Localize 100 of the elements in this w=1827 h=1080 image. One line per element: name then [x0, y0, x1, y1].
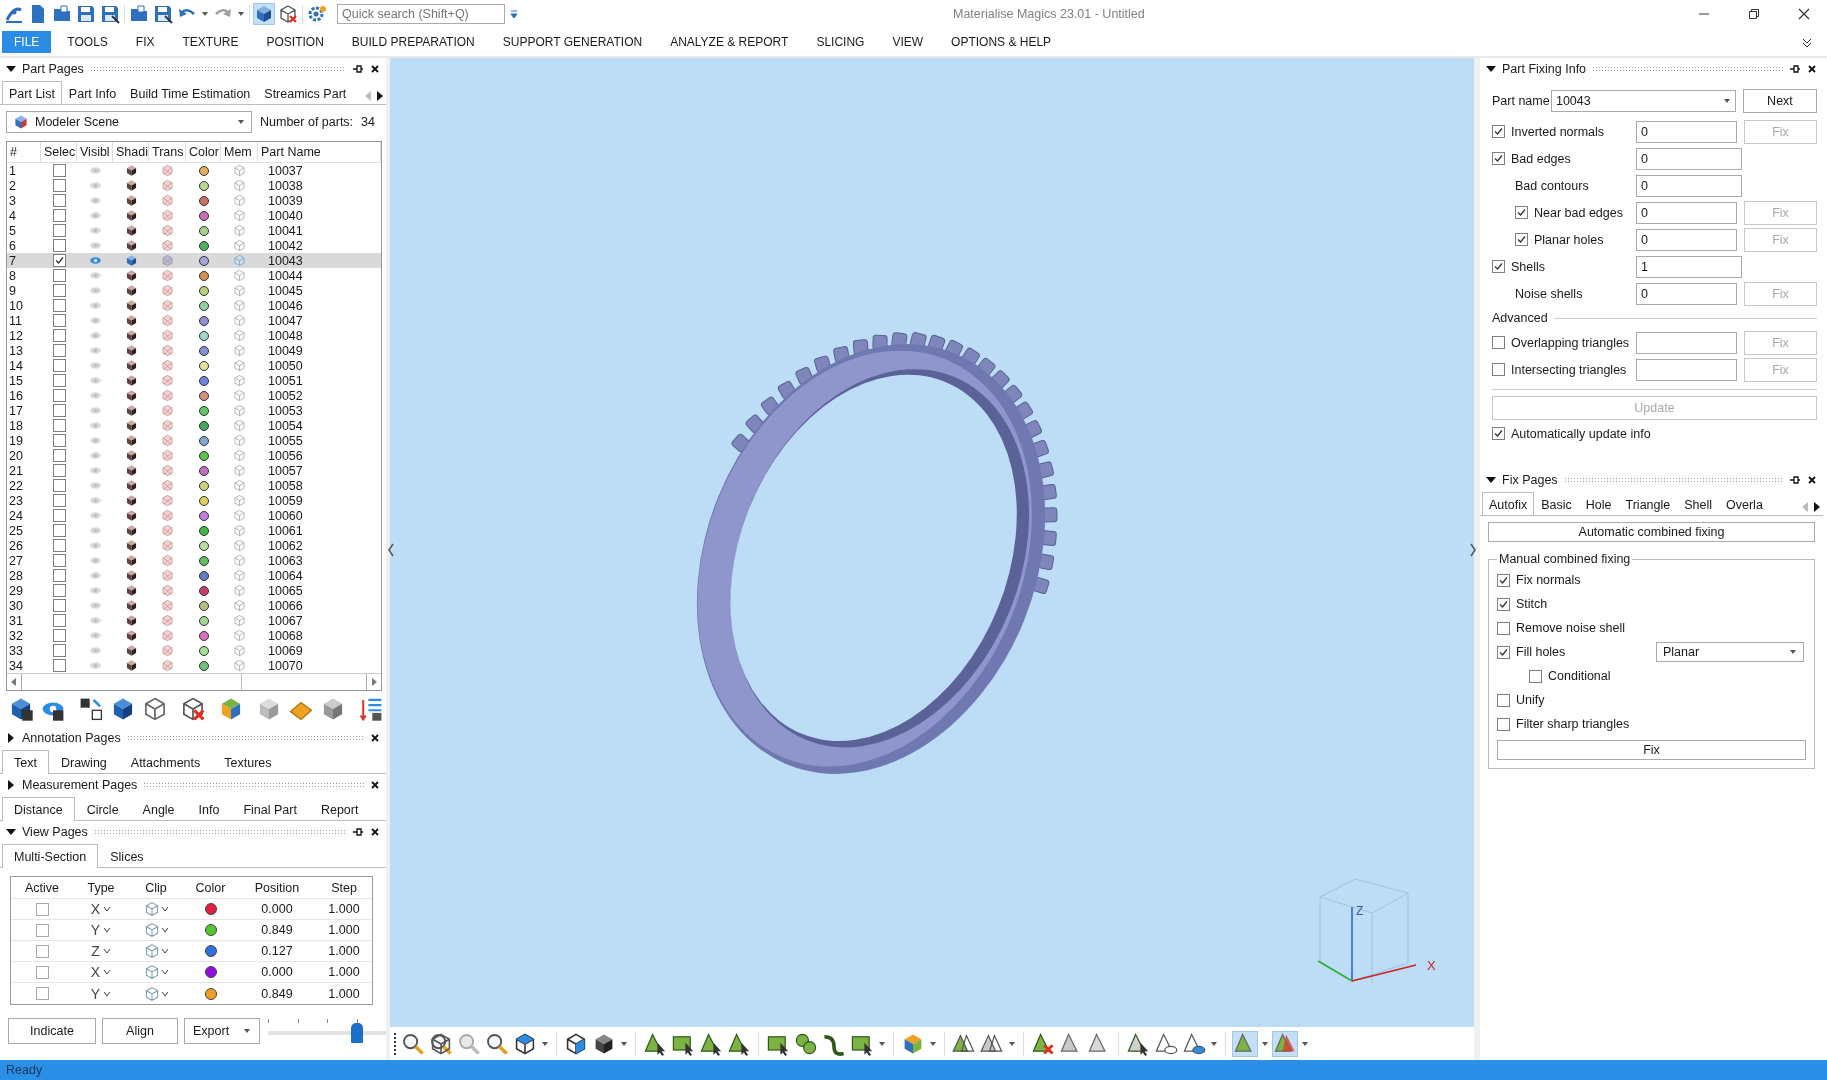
- menu-item[interactable]: VIEW: [880, 31, 936, 53]
- part-row[interactable]: 28 10064: [7, 568, 381, 584]
- automatic-fixing-button[interactable]: Automatic combined fixing: [1488, 522, 1815, 542]
- column-header: Shadi: [113, 142, 149, 163]
- menu-item[interactable]: OPTIONS & HELP: [939, 31, 1064, 53]
- part-row[interactable]: 27 10063: [7, 553, 381, 569]
- part-row[interactable]: 1 10037: [7, 163, 381, 179]
- part-row[interactable]: 14 10050: [7, 358, 381, 374]
- row-number: 13: [8, 343, 24, 358]
- row-number: 27: [8, 553, 24, 568]
- tab[interactable]: Circle: [74, 799, 131, 820]
- part-row[interactable]: 22 10058: [7, 478, 381, 494]
- type-dropdown[interactable]: Y: [90, 922, 112, 938]
- part-name: 10046: [267, 298, 304, 313]
- part-name: 10057: [267, 463, 304, 478]
- part-row[interactable]: 30 10066: [7, 598, 381, 614]
- part-row[interactable]: 21 10057: [7, 463, 381, 479]
- part-name: 10065: [267, 583, 304, 598]
- tab[interactable]: Info: [186, 799, 232, 820]
- part-row[interactable]: 17 10053: [7, 403, 381, 419]
- part-row[interactable]: 15 10051: [7, 373, 381, 389]
- part-row[interactable]: 4 10040: [7, 208, 381, 224]
- fix-button[interactable]: Fix: [1497, 740, 1806, 760]
- part-row[interactable]: 34 10070: [7, 658, 381, 674]
- part-row[interactable]: 24 10060: [7, 508, 381, 524]
- part-row[interactable]: 3 10039: [7, 193, 381, 209]
- tab[interactable]: Hole: [1578, 494, 1619, 515]
- scene-dropdown[interactable]: Modeler Scene: [6, 111, 252, 133]
- tab[interactable]: Angle: [130, 799, 187, 820]
- part-name: 10053: [267, 403, 304, 418]
- part-row[interactable]: 32 10068: [7, 628, 381, 644]
- part-row[interactable]: 23 10059: [7, 493, 381, 509]
- checkbox-label: Unify: [1516, 693, 1545, 707]
- part-name-dropdown[interactable]: 10043: [1550, 90, 1736, 112]
- menu-item[interactable]: ANALYZE & REPORT: [658, 31, 801, 53]
- next-button[interactable]: Next: [1742, 89, 1817, 113]
- tab[interactable]: Shell: [1677, 494, 1719, 515]
- part-row[interactable]: 6 10042: [7, 238, 381, 254]
- part-row[interactable]: 5 10041: [7, 223, 381, 239]
- tab[interactable]: Text: [2, 750, 49, 774]
- part-row[interactable]: 20 10056: [7, 448, 381, 464]
- tab[interactable]: Final Part: [231, 799, 309, 820]
- type-dropdown[interactable]: X: [90, 964, 112, 980]
- menu-item[interactable]: TEXTURE: [170, 31, 251, 53]
- value-field[interactable]: 0: [1636, 201, 1737, 224]
- menu-item[interactable]: POSITION: [254, 31, 336, 53]
- part-row[interactable]: 11 10047: [7, 313, 381, 329]
- tab[interactable]: Basic: [1534, 494, 1579, 515]
- part-row[interactable]: 26 10062: [7, 538, 381, 554]
- type-dropdown[interactable]: X: [90, 901, 112, 917]
- type-dropdown[interactable]: Z: [91, 943, 111, 959]
- part-row[interactable]: 7 10043: [7, 253, 381, 269]
- tab[interactable]: Streamics Part: [257, 83, 354, 104]
- tab[interactable]: Part Info: [61, 83, 124, 104]
- part-row[interactable]: 18 10054: [7, 418, 381, 434]
- type-dropdown[interactable]: Y: [90, 985, 112, 1002]
- value-field[interactable]: 1: [1636, 255, 1742, 278]
- part-row[interactable]: 31 10067: [7, 613, 381, 629]
- value-field[interactable]: 0: [1636, 228, 1737, 251]
- value-field[interactable]: 0: [1636, 282, 1737, 305]
- tab[interactable]: Textures: [212, 752, 284, 773]
- tab[interactable]: Multi-Section: [2, 844, 99, 868]
- tab[interactable]: Build Time Estimation: [123, 83, 258, 104]
- tab[interactable]: Slices: [98, 846, 156, 867]
- value-field[interactable]: 0: [1636, 174, 1742, 197]
- part-row[interactable]: 25 10061: [7, 523, 381, 539]
- value-field[interactable]: 0: [1636, 120, 1737, 143]
- table-cell: 1.000: [328, 923, 360, 937]
- button[interactable]: Indicate: [8, 1018, 96, 1044]
- menu-item[interactable]: TOOLS: [55, 31, 120, 53]
- button[interactable]: Align: [102, 1018, 178, 1044]
- tab[interactable]: Autofix: [1482, 492, 1535, 515]
- part-row[interactable]: 33 10069: [7, 643, 381, 659]
- part-row[interactable]: 8 10044: [7, 268, 381, 284]
- method-dropdown[interactable]: Planar: [1656, 642, 1804, 662]
- menu-item[interactable]: FIX: [123, 31, 167, 53]
- tab[interactable]: Distance: [2, 797, 75, 821]
- part-row[interactable]: 13 10049: [7, 343, 381, 359]
- menu-item[interactable]: FILE: [2, 31, 52, 53]
- menu-item[interactable]: SUPPORT GENERATION: [490, 31, 655, 53]
- tab[interactable]: Overla: [1719, 494, 1770, 515]
- tab[interactable]: Triangle: [1618, 494, 1678, 515]
- part-row[interactable]: 10 10046: [7, 298, 381, 314]
- part-name: 10042: [267, 238, 304, 253]
- tab[interactable]: Drawing: [48, 752, 119, 773]
- tab[interactable]: Attachments: [118, 752, 213, 773]
- part-row[interactable]: 9 10045: [7, 283, 381, 299]
- dropdown-button[interactable]: Export: [184, 1018, 260, 1044]
- menu-item[interactable]: SLICING: [804, 31, 877, 53]
- part-name: 10044: [267, 268, 304, 283]
- part-row[interactable]: 2 10038: [7, 178, 381, 194]
- search-field[interactable]: Quick search (Shift+Q): [337, 4, 505, 24]
- menu-item[interactable]: BUILD PREPARATION: [339, 31, 487, 53]
- value-field[interactable]: 0: [1636, 147, 1742, 170]
- tab[interactable]: Part List: [2, 81, 62, 104]
- part-row[interactable]: 16 10052: [7, 388, 381, 404]
- part-row[interactable]: 19 10055: [7, 433, 381, 449]
- part-row[interactable]: 29 10065: [7, 583, 381, 599]
- part-row[interactable]: 12 10048: [7, 328, 381, 344]
- tab[interactable]: Report: [308, 799, 371, 820]
